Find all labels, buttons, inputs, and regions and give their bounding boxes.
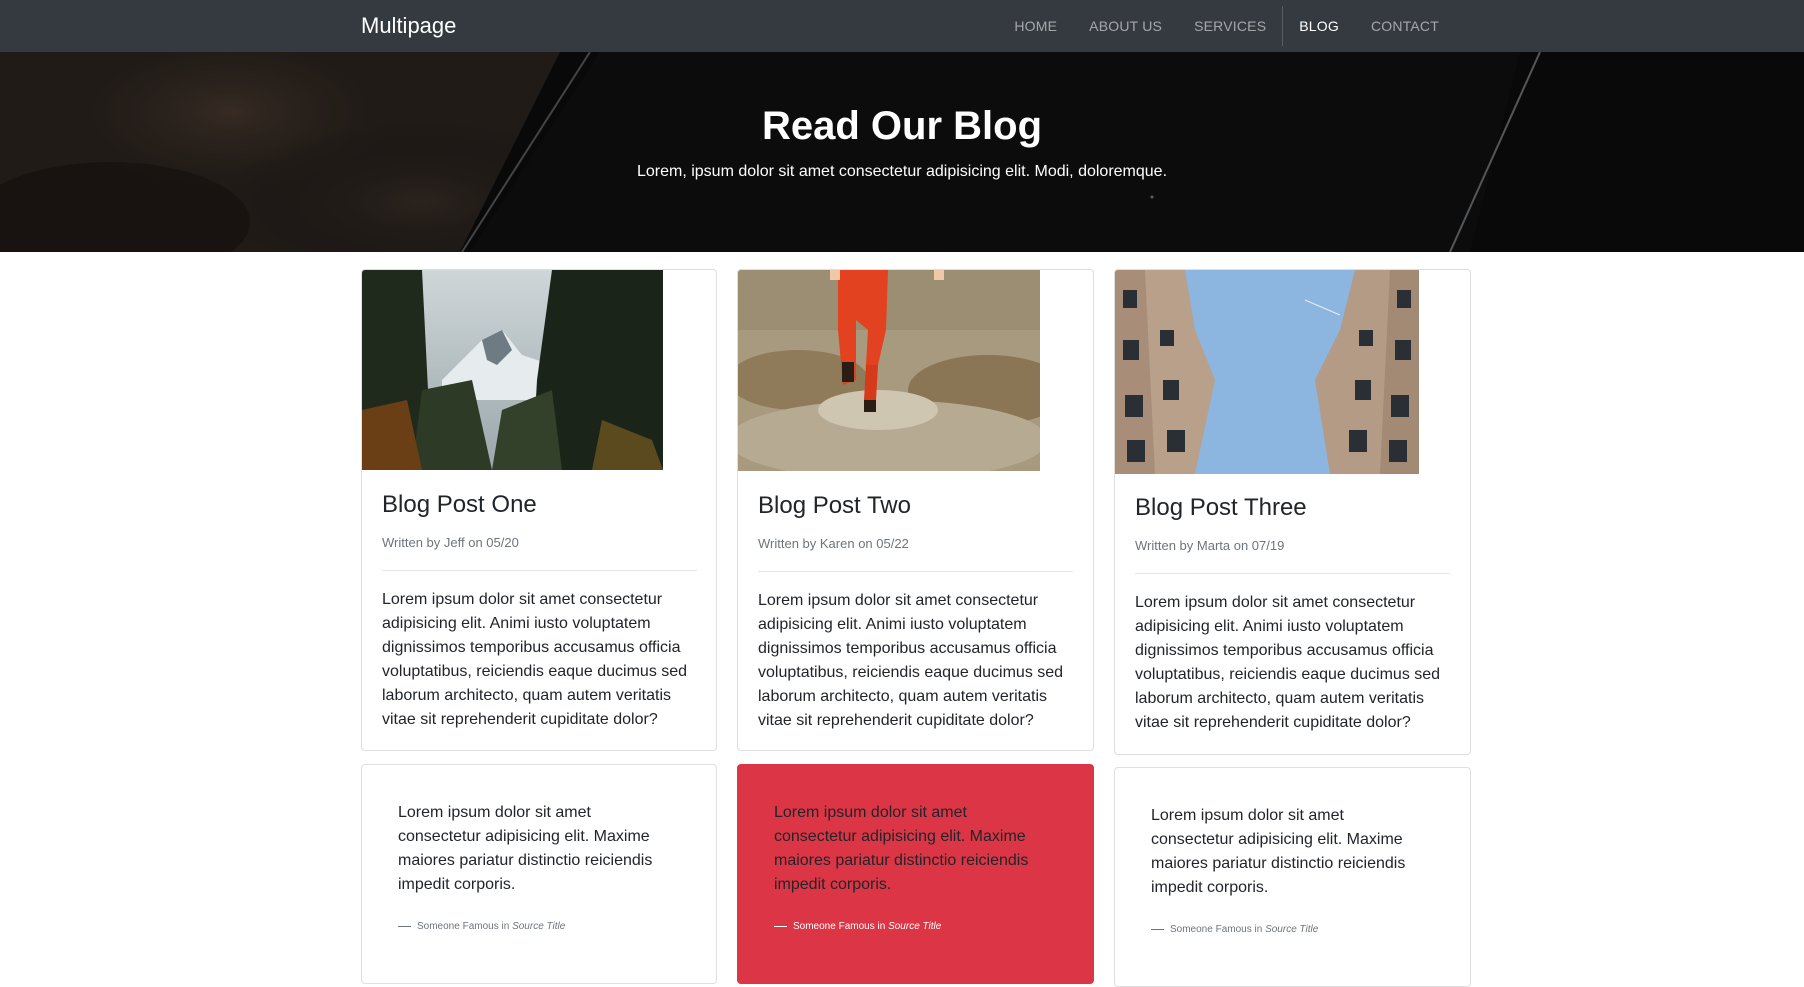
blog-post-meta: Written by Marta on 07/19 — [1135, 538, 1285, 553]
brand-link[interactable]: Multipage — [361, 12, 456, 40]
blog-post-body: Lorem ipsum dolor sit amet consectetur a… — [382, 591, 688, 728]
quote-card: Lorem ipsum dolor sit amet consectetur a… — [361, 764, 717, 984]
em-dash-icon — [1151, 928, 1164, 930]
quote-author: Someone Famous — [417, 921, 499, 932]
quote-source: Source Title — [888, 921, 942, 932]
blog-post-title[interactable]: Blog Post Three — [1135, 493, 1307, 523]
nav-menu: HOME ABOUT US SERVICES BLOG CONTACT — [998, 0, 1455, 52]
hero-section: Read Our Blog Lorem, ipsum dolor sit ame… — [0, 52, 1804, 252]
blog-post-title[interactable]: Blog Post One — [382, 490, 537, 520]
buildings-sky-photo — [1115, 270, 1419, 474]
quote-text: Lorem ipsum dolor sit amet consectetur a… — [774, 804, 1029, 893]
quote-source: Source Title — [1265, 924, 1319, 935]
quote-card-highlighted: Lorem ipsum dolor sit amet consectetur a… — [737, 764, 1094, 984]
nav-item-about-us[interactable]: ABOUT US — [1073, 0, 1178, 52]
quote-in: in — [501, 921, 510, 932]
quote-footer: Someone Famous in Source Title — [398, 920, 565, 934]
quote-card: Lorem ipsum dolor sit amet consectetur a… — [1114, 767, 1471, 987]
em-dash-icon — [774, 925, 787, 927]
nav-item-blog[interactable]: BLOG — [1283, 0, 1355, 52]
card-divider — [758, 571, 1073, 572]
em-dash-icon — [398, 925, 411, 927]
blog-post-body: Lorem ipsum dolor sit amet consectetur a… — [758, 592, 1064, 729]
quote-author: Someone Famous — [1170, 924, 1252, 935]
mountain-forest-photo — [362, 270, 663, 470]
quote-author: Someone Famous — [793, 921, 875, 932]
quote-text: Lorem ipsum dolor sit amet consectetur a… — [398, 804, 653, 893]
nav-item-home[interactable]: HOME — [998, 0, 1073, 52]
nav-item-contact[interactable]: CONTACT — [1355, 0, 1455, 52]
quote-footer: Someone Famous in Source Title — [774, 920, 941, 934]
blog-post-meta: Written by Karen on 05/22 — [758, 536, 909, 551]
hero-title: Read Our Blog — [761, 104, 1043, 148]
blog-post-title[interactable]: Blog Post Two — [758, 491, 911, 521]
blog-post-card: Blog Post One Written by Jeff on 05/20 L… — [361, 269, 717, 751]
blog-post-body: Lorem ipsum dolor sit amet consectetur a… — [1135, 594, 1441, 731]
blog-post-card: Blog Post Three Written by Marta on 07/1… — [1114, 269, 1471, 755]
card-divider — [382, 570, 697, 571]
quote-source: Source Title — [512, 921, 566, 932]
quote-in: in — [877, 921, 886, 932]
nav-item-services[interactable]: SERVICES — [1178, 0, 1282, 52]
quote-in: in — [1254, 924, 1263, 935]
quote-text: Lorem ipsum dolor sit amet consectetur a… — [1151, 807, 1406, 896]
hero-overlay — [0, 52, 1804, 252]
hero-subtitle: Lorem, ipsum dolor sit amet consectetur … — [636, 163, 1168, 180]
navbar: Multipage HOME ABOUT US SERVICES BLOG CO… — [0, 0, 1804, 52]
red-jumpsuit-field-photo — [738, 270, 1040, 471]
blog-post-card: Blog Post Two Written by Karen on 05/22 … — [737, 269, 1094, 751]
quote-footer: Someone Famous in Source Title — [1151, 923, 1318, 937]
blog-post-meta: Written by Jeff on 05/20 — [382, 535, 519, 550]
card-divider — [1135, 573, 1450, 574]
